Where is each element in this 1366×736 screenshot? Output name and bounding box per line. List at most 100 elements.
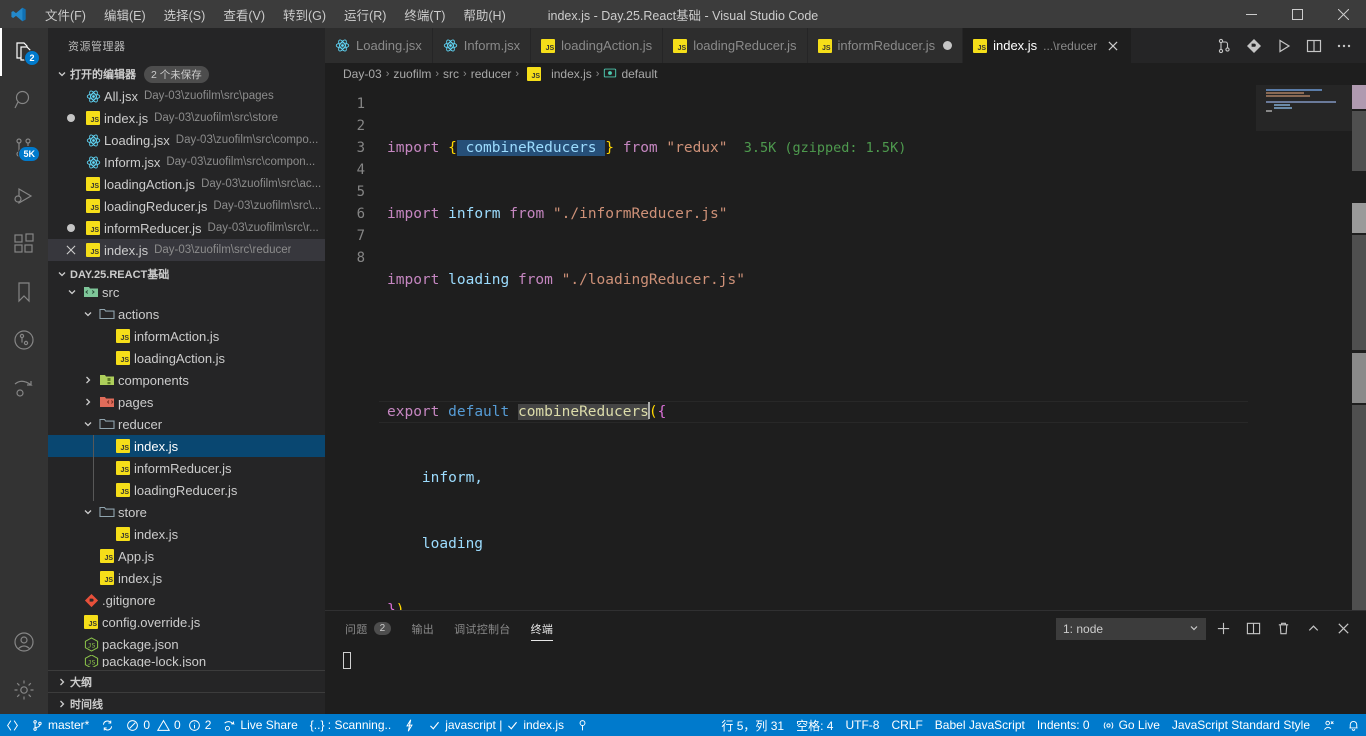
play-icon[interactable] <box>1270 32 1298 60</box>
tree-folder-reducer[interactable]: reducer <box>48 413 325 435</box>
sync-changes-button[interactable] <box>95 714 120 736</box>
panel-tab-debug-console[interactable]: 调试控制台 <box>454 611 511 646</box>
tree-folder-pages[interactable]: pages <box>48 391 325 413</box>
tab-informReducer-js[interactable]: JS informReducer.js <box>807 28 964 63</box>
problems-status[interactable]: 0 0 2 <box>120 714 217 736</box>
bookmark-status[interactable] <box>570 714 595 736</box>
activity-git-graph[interactable] <box>0 316 48 364</box>
timeline-section-header[interactable]: 时间线 <box>48 692 325 714</box>
plus-icon[interactable] <box>1210 617 1236 641</box>
menu-bar[interactable]: 文件(F) 编辑(E) 选择(S) 查看(V) 转到(G) 运行(R) 终端(T… <box>36 0 515 28</box>
close-icon[interactable] <box>1330 617 1356 641</box>
activity-run-debug[interactable] <box>0 172 48 220</box>
activity-accounts[interactable] <box>0 618 48 666</box>
tab-Loading-jsx[interactable]: Loading.jsx <box>325 28 433 63</box>
layout-icon[interactable] <box>1300 32 1328 60</box>
breadcrumb-item[interactable]: reducer <box>471 67 512 81</box>
tree-file-package-json[interactable]: JS package.json <box>48 633 325 655</box>
close-icon[interactable] <box>60 245 82 255</box>
panel-tab-output[interactable]: 输出 <box>411 611 434 646</box>
tree-file-informReducer[interactable]: JS informReducer.js <box>48 457 325 479</box>
minimap[interactable] <box>1256 85 1366 610</box>
tab-loadingReducer-js[interactable]: JS loadingReducer.js <box>663 28 808 63</box>
tree-folder-store[interactable]: store <box>48 501 325 523</box>
tree-file-loadingAction[interactable]: JS loadingAction.js <box>48 347 325 369</box>
eslint-status[interactable]: javascript | index.js <box>422 714 570 736</box>
git-branch-status[interactable]: master* <box>25 714 95 736</box>
editor-scrollbar[interactable] <box>1352 85 1366 610</box>
tree-file-informAction[interactable]: JS informAction.js <box>48 325 325 347</box>
menu-view[interactable]: 查看(V) <box>214 0 274 28</box>
open-editor-row[interactable]: All.jsx Day-03\zuofilm\src\pages <box>48 85 325 107</box>
activity-explorer[interactable]: 2 <box>0 28 48 76</box>
menu-help[interactable]: 帮助(H) <box>454 0 514 28</box>
tree-file-index-reducer[interactable]: JS index.js <box>48 435 325 457</box>
activity-extensions[interactable] <box>0 220 48 268</box>
split-icon[interactable] <box>1210 32 1238 60</box>
trash-icon[interactable] <box>1270 617 1296 641</box>
terminal-selector[interactable]: 1: node <box>1056 617 1206 640</box>
tree-file-package-lock-json[interactable]: JS package-lock.json <box>48 655 325 667</box>
ellipsis-icon[interactable] <box>1330 32 1358 60</box>
outline-section-header[interactable]: 大纲 <box>48 670 325 692</box>
breadcrumb-item-file[interactable]: JS index.js <box>523 67 592 81</box>
breadcrumb-item-symbol[interactable]: default <box>603 66 657 83</box>
activity-source-control[interactable]: 5K <box>0 124 48 172</box>
spell-checker-status[interactable]: {..} : Scanning.. <box>304 714 397 736</box>
remote-indicator[interactable] <box>0 714 25 736</box>
activity-search[interactable] <box>0 76 48 124</box>
tree-folder-src[interactable]: src <box>48 285 325 303</box>
breadcrumb-item[interactable]: src <box>443 67 459 81</box>
terminal-output[interactable] <box>325 646 1366 714</box>
panel-tab-problems[interactable]: 问题 2 <box>345 611 392 646</box>
close-button[interactable] <box>1320 0 1366 28</box>
lightning-icon[interactable] <box>397 714 422 736</box>
open-editor-row[interactable]: JS loadingAction.js Day-03\zuofilm\src\a… <box>48 173 325 195</box>
open-editor-row[interactable]: Inform.jsx Day-03\zuofilm\src\compon... <box>48 151 325 173</box>
menu-edit[interactable]: 编辑(E) <box>95 0 155 28</box>
tree-file-gitignore[interactable]: .gitignore <box>48 589 325 611</box>
editor-dirty-indicator[interactable] <box>60 114 82 122</box>
go-live-status[interactable]: Go Live <box>1096 714 1166 736</box>
code-content[interactable]: import { combineReducers } from "redux" … <box>379 85 1256 610</box>
tree-file-config-override[interactable]: JS config.override.js <box>48 611 325 633</box>
live-share-status[interactable]: Live Share <box>217 714 303 736</box>
breadcrumb-item[interactable]: zuofilm <box>393 67 431 81</box>
bell-icon[interactable] <box>1341 714 1366 736</box>
menu-selection[interactable]: 选择(S) <box>155 0 215 28</box>
tree-file-index-src[interactable]: JS index.js <box>48 567 325 589</box>
editor-encoding-status[interactable]: UTF-8 <box>839 714 885 736</box>
close-icon[interactable] <box>1105 38 1121 54</box>
split-icon[interactable] <box>1240 617 1266 641</box>
tab-index-js-active[interactable]: JS index.js ...\reducer <box>963 28 1133 63</box>
open-editor-row[interactable]: JS loadingReducer.js Day-03\zuofilm\src\… <box>48 195 325 217</box>
menu-go[interactable]: 转到(G) <box>274 0 335 28</box>
open-editor-row[interactable]: Loading.jsx Day-03\zuofilm\src\compo... <box>48 129 325 151</box>
minimize-button[interactable] <box>1228 0 1274 28</box>
menu-file[interactable]: 文件(F) <box>36 0 95 28</box>
editor-language-status[interactable]: Babel JavaScript <box>929 714 1031 736</box>
chevron-up-icon[interactable] <box>1300 617 1326 641</box>
open-editor-row[interactable]: JS informReducer.js Day-03\zuofilm\src\r… <box>48 217 325 239</box>
editor-dirty-indicator[interactable] <box>60 224 82 232</box>
activity-live-share[interactable] <box>0 364 48 412</box>
tree-file-index-store[interactable]: JS index.js <box>48 523 325 545</box>
tree-folder-actions[interactable]: actions <box>48 303 325 325</box>
open-editor-row-active[interactable]: JS index.js Day-03\zuofilm\src\reducer <box>48 239 325 261</box>
indents-status[interactable]: Indents: 0 <box>1031 714 1096 736</box>
code-editor[interactable]: 1 2 3 4 5 6 7 8 import { combineReducers… <box>325 85 1366 610</box>
workspace-folder-header[interactable]: DAY.25.REACT基础 <box>48 263 325 285</box>
menu-terminal[interactable]: 终端(T) <box>395 0 454 28</box>
feedback-icon[interactable] <box>1316 714 1341 736</box>
tree-folder-components[interactable]: components <box>48 369 325 391</box>
tab-Inform-jsx[interactable]: Inform.jsx <box>432 28 532 63</box>
maximize-button[interactable] <box>1274 0 1320 28</box>
tree-file-loadingReducer[interactable]: JS loadingReducer.js <box>48 479 325 501</box>
run-icon[interactable] <box>1240 32 1268 60</box>
breadcrumb-item[interactable]: Day-03 <box>343 67 382 81</box>
tab-loadingAction-js[interactable]: JS loadingAction.js <box>531 28 664 63</box>
menu-run[interactable]: 运行(R) <box>335 0 395 28</box>
js-standard-style-status[interactable]: JavaScript Standard Style <box>1166 714 1316 736</box>
open-editors-header[interactable]: 打开的编辑器 2 个未保存 <box>48 63 325 85</box>
panel-tab-terminal[interactable]: 终端 <box>530 611 554 646</box>
